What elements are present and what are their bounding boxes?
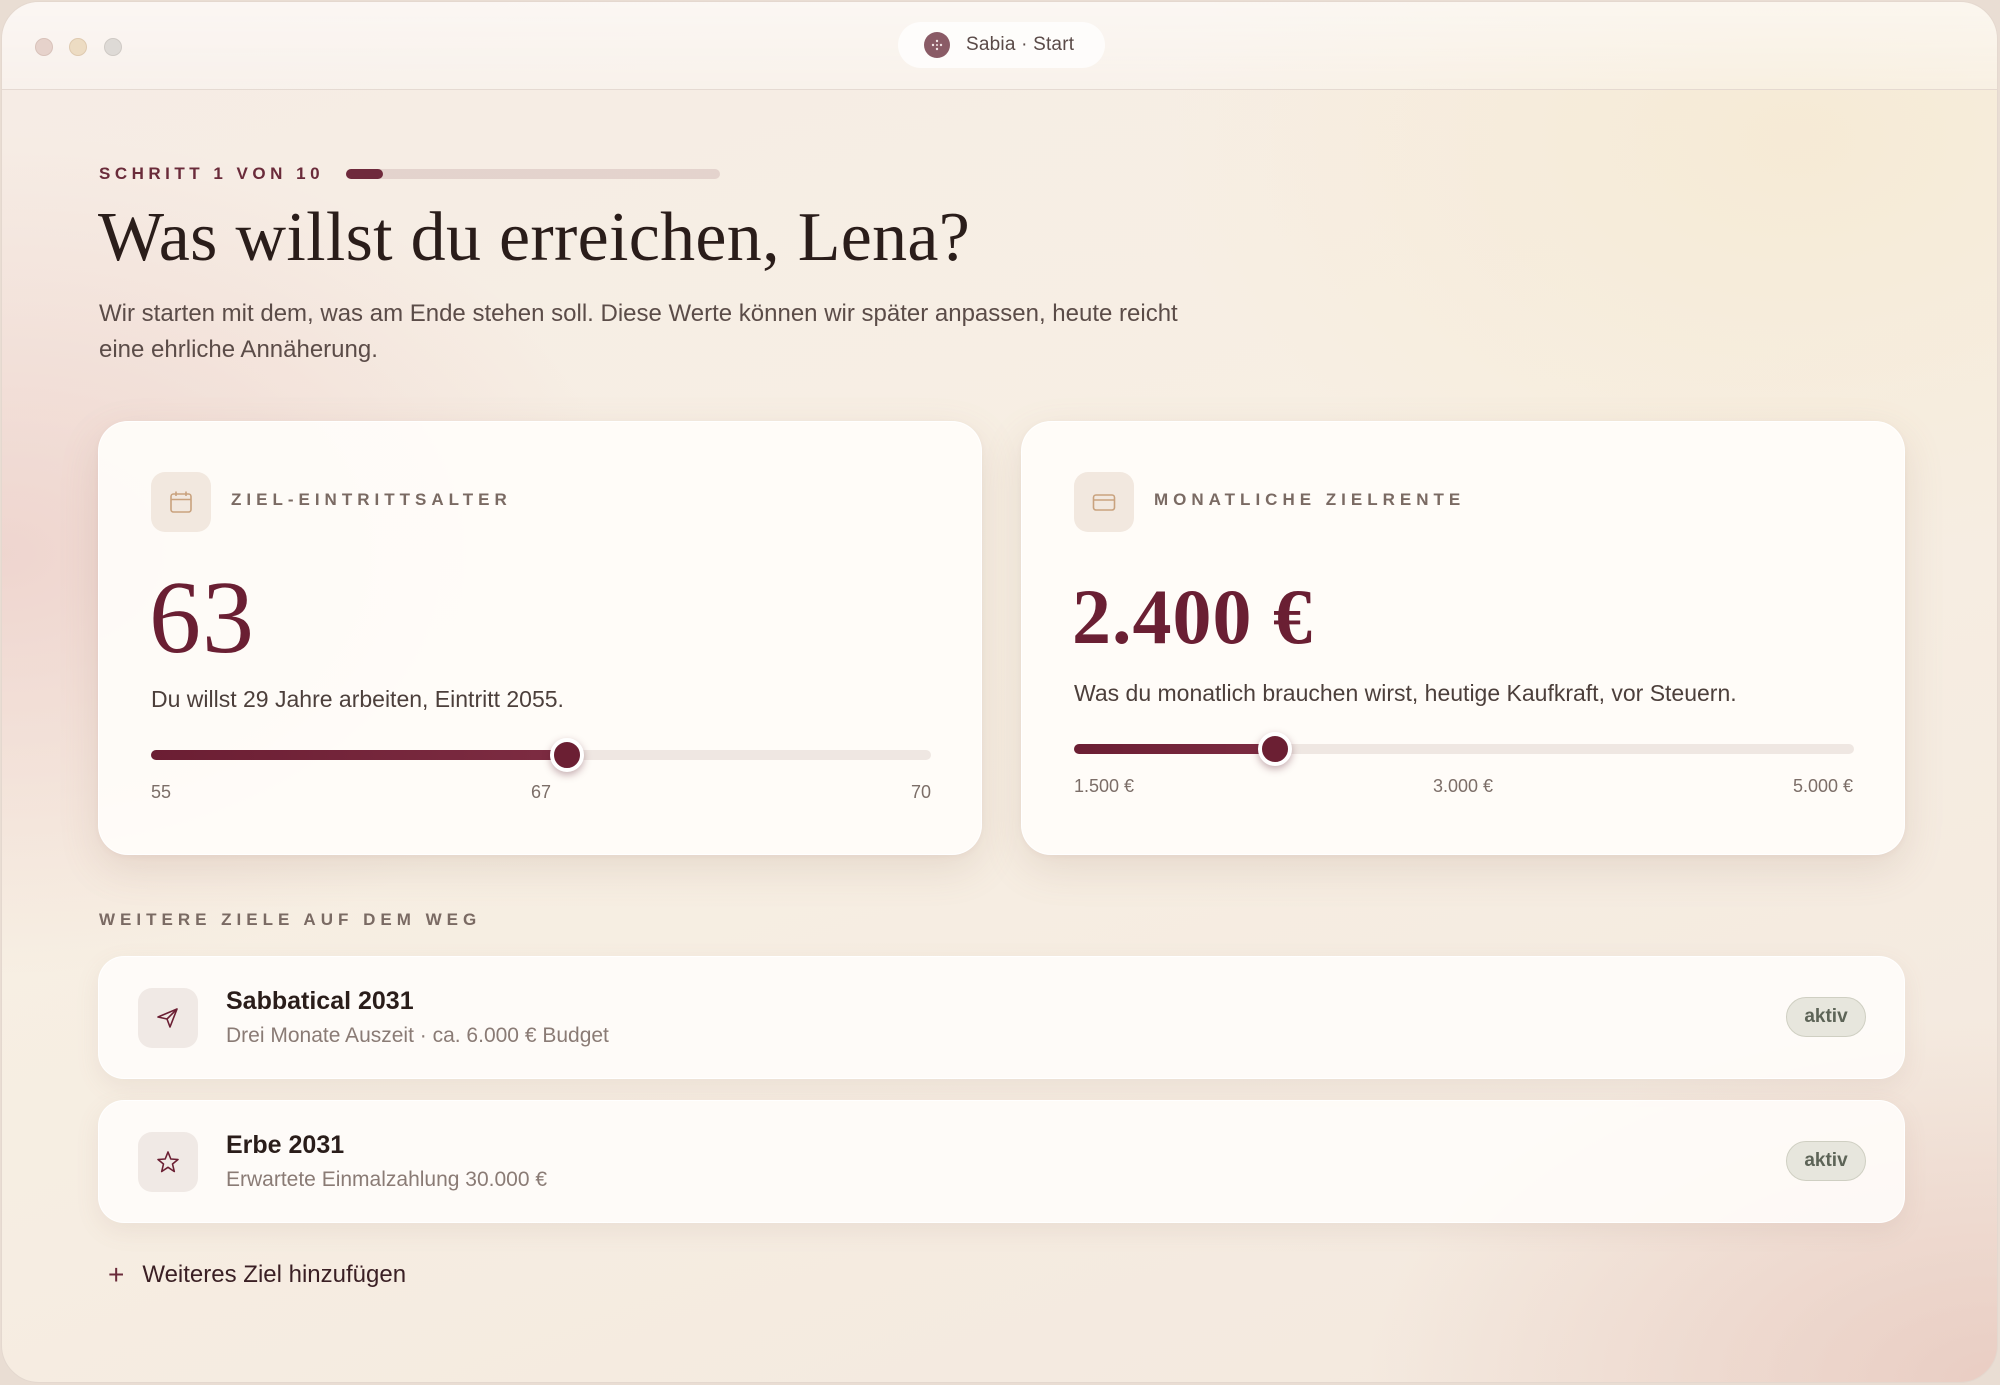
calendar-icon bbox=[151, 472, 211, 532]
close-window-button[interactable] bbox=[35, 38, 53, 56]
further-goals-heading: WEITERE ZIELE AUF DEM WEG bbox=[99, 910, 482, 929]
goal-subtitle: Erwartete Einmalzahlung 30.000 € bbox=[226, 1168, 548, 1191]
step-label: SCHRITT 1 VON 10 bbox=[99, 164, 325, 183]
step-indicator: SCHRITT 1 VON 10 bbox=[99, 164, 721, 184]
step-progress-fill bbox=[346, 169, 384, 179]
window-title: Sabia · Start bbox=[966, 34, 1075, 55]
target-age-slider-thumb[interactable] bbox=[550, 738, 584, 772]
goal-title: Sabbatical 2031 bbox=[226, 987, 414, 1015]
goal-item-sabbatical[interactable]: Sabbatical 2031 Drei Monate Auszeit · ca… bbox=[98, 956, 1905, 1079]
target-pension-slider-fill bbox=[1074, 744, 1275, 754]
target-pension-value: 2.400 € bbox=[1072, 573, 1313, 660]
target-age-tick-mid: 67 bbox=[531, 782, 552, 802]
target-pension-tick-max: 5.000 € bbox=[1793, 776, 1854, 796]
goal-subtitle: Drei Monate Auszeit · ca. 6.000 € Budget bbox=[226, 1024, 609, 1047]
target-pension-description: Was du monatlich brauchen wirst, heutige… bbox=[1074, 680, 1737, 706]
target-pension-tick-min: 1.500 € bbox=[1074, 776, 1135, 796]
page-title: Was willst du erreichen, Lena? bbox=[98, 199, 971, 276]
status-badge[interactable]: aktiv bbox=[1786, 1141, 1866, 1181]
star-icon bbox=[138, 1132, 198, 1192]
target-age-label: ZIEL-EINTRITTSALTER bbox=[231, 490, 512, 509]
target-age-card: ZIEL-EINTRITTSALTER 63 Du willst 29 Jahr… bbox=[98, 421, 982, 855]
target-pension-slider-thumb[interactable] bbox=[1257, 732, 1292, 766]
add-goal-label: Weiteres Ziel hinzufügen bbox=[142, 1261, 407, 1288]
window-title-pill: Sabia · Start bbox=[898, 22, 1105, 68]
page-intro: Wir starten mit dem, was am Ende stehen … bbox=[99, 300, 1178, 363]
target-pension-label: MONATLICHE ZIELRENTE bbox=[1154, 490, 1466, 509]
target-age-description: Du willst 29 Jahre arbeiten, Eintritt 20… bbox=[151, 686, 564, 712]
card-icon bbox=[1074, 472, 1134, 532]
goal-title: Erbe 2031 bbox=[226, 1131, 345, 1159]
minimize-window-button[interactable] bbox=[69, 38, 87, 56]
sabia-logo-icon bbox=[924, 32, 950, 58]
status-badge[interactable]: aktiv bbox=[1786, 997, 1866, 1037]
add-goal-button[interactable]: + Weiteres Ziel hinzufügen bbox=[108, 1261, 406, 1289]
target-pension-slider[interactable] bbox=[1074, 732, 1854, 766]
step-progress-bar bbox=[346, 169, 721, 179]
target-age-tick-max: 70 bbox=[911, 782, 932, 802]
app-window: Sabia · Start SCHRITT 1 VON 10 Was wills… bbox=[1, 1, 1998, 1383]
goal-item-inheritance[interactable]: Erbe 2031 Erwartete Einmalzahlung 30.000… bbox=[98, 1100, 1905, 1223]
paper-plane-icon bbox=[138, 988, 198, 1048]
target-age-slider-fill bbox=[151, 750, 567, 760]
target-age-value: 63 bbox=[149, 560, 255, 675]
target-pension-tick-mid: 3.000 € bbox=[1433, 776, 1494, 796]
title-bar: Sabia · Start bbox=[2, 2, 1997, 90]
zoom-window-button[interactable] bbox=[104, 38, 122, 56]
target-age-tick-min: 55 bbox=[151, 782, 172, 802]
target-age-slider[interactable] bbox=[151, 738, 931, 772]
plus-icon: + bbox=[108, 1259, 125, 1290]
target-pension-card: MONATLICHE ZIELRENTE 2.400 € Was du mona… bbox=[1021, 421, 1905, 855]
